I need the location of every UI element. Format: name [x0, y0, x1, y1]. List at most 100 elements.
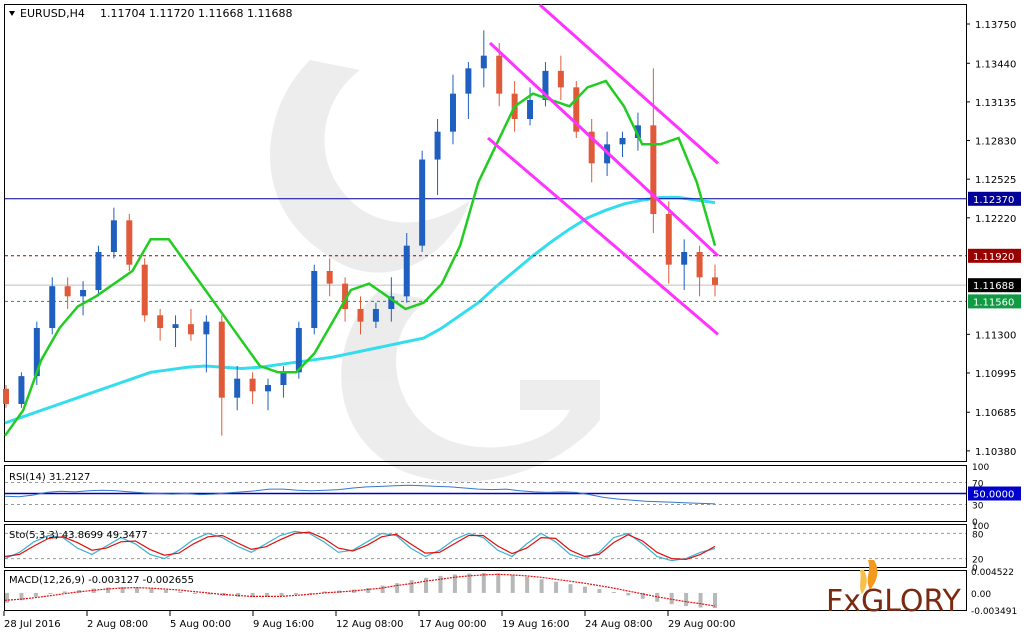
candle-body [557, 70, 564, 88]
time-tick-label: 29 Aug 00:00 [668, 619, 735, 630]
macd-histogram-bar [380, 585, 385, 593]
time-tick-label: 12 Aug 08:00 [336, 619, 403, 630]
trading-chart: EURUSD,H4 1.11704 1.11720 1.11668 1.1168… [0, 0, 1024, 636]
macd-histogram-bar [395, 583, 400, 593]
macd-histogram-bar [510, 574, 515, 593]
macd-label: MACD(12,26,9) -0.003127 -0.002655 [9, 575, 194, 586]
candle-body [110, 220, 117, 252]
time-tick-label: 24 Aug 08:00 [585, 619, 652, 630]
price-header: EURUSD,H4 1.11704 1.11720 1.11668 1.1168… [9, 7, 292, 20]
candle-body [157, 315, 164, 328]
macd-histogram-bar [178, 591, 183, 593]
candle-body [80, 290, 87, 297]
candle-body [141, 264, 148, 316]
level-price-label: 1.11920 [973, 252, 1014, 263]
brand-logo: FxGLORY [826, 560, 961, 619]
macd-histogram-bar [135, 587, 140, 593]
price-tick-label: 1.10685 [975, 408, 1016, 419]
macd-histogram-bar [496, 573, 501, 593]
price-tick-label: 1.10380 [975, 447, 1016, 458]
candle-body [681, 252, 688, 265]
candle-body [280, 372, 287, 385]
price-axis: 1.13750 1.13440 1.13135 1.12830 1.12525 1.122… [966, 20, 1021, 458]
macd-histogram-bar [409, 580, 414, 593]
price-tick-label: 1.13440 [975, 59, 1016, 70]
candle-body [311, 271, 318, 328]
macd-tick-label: 0.00 [971, 590, 991, 600]
time-tick-label: 17 Aug 00:00 [419, 619, 486, 630]
candle-body [95, 252, 102, 290]
price-tick-label: 1.10995 [975, 369, 1016, 380]
macd-tick-label: 0.004522 [971, 568, 1014, 578]
macd-histogram-bar [684, 592, 689, 607]
macd-histogram-bar [539, 579, 544, 593]
macd-histogram-bar [582, 586, 587, 593]
time-tick-label: 2 Aug 08:00 [87, 619, 148, 630]
symbol-label: EURUSD,H4 [20, 7, 85, 20]
macd-histogram-bar [626, 592, 631, 596]
candle-body [696, 252, 703, 278]
macd-histogram-bar [192, 592, 197, 594]
macd-histogram-bar [293, 592, 298, 595]
dropdown-triangle-icon[interactable] [9, 11, 15, 16]
macd-histogram-bar [5, 592, 9, 603]
candle-body [49, 286, 56, 328]
candle-body [465, 68, 472, 94]
candle-body [265, 385, 272, 392]
candle-body [403, 245, 410, 297]
price-panel [3, 3, 966, 437]
rsi-line [4, 484, 716, 505]
price-tick-label: 1.12830 [975, 137, 1016, 148]
time-tick-label: 19 Aug 16:00 [502, 619, 569, 630]
stochastic-tick-label: 80 [972, 530, 984, 540]
macd-histogram-bar [62, 591, 67, 593]
candle-body [326, 271, 333, 284]
candle-body [665, 214, 672, 265]
macd-histogram-bar [48, 592, 53, 594]
macd-tick-label: -0.003491 [971, 607, 1017, 617]
price-tick-label: 1.13135 [975, 98, 1016, 109]
candle-body [480, 55, 487, 69]
macd-histogram-bar [554, 581, 559, 593]
price-tick-label: 1.13750 [975, 20, 1016, 31]
candle-body [64, 286, 71, 297]
candle-body [203, 321, 210, 335]
candle-body [3, 388, 9, 404]
time-tick-label: 9 Aug 16:00 [253, 619, 314, 630]
candle-body [449, 93, 456, 132]
candle-body [249, 378, 256, 392]
rsi-tick-label: 100 [972, 463, 989, 473]
candle-body [372, 309, 379, 322]
macd-histogram-bar [163, 590, 168, 593]
candle-body [218, 321, 225, 398]
time-axis: 28 Jul 2016 2 Aug 08:00 5 Aug 00:00 9 Aug 1… [3, 611, 735, 630]
price-tick-label: 1.12525 [975, 175, 1016, 186]
channel-upper-line [539, 3, 719, 165]
macd-histogram-bar [481, 572, 486, 593]
macd-histogram-bar [698, 592, 703, 608]
time-tick-label: 28 Jul 2016 [4, 619, 61, 630]
candle-body [496, 55, 503, 94]
candle-body [18, 376, 25, 404]
candle-body [434, 131, 441, 160]
rsi-tick-label: 30 [972, 502, 984, 512]
macd-histogram-bar [568, 584, 573, 593]
stochastic-panel: 10080200 [4, 522, 989, 574]
macd-histogram-bar [279, 592, 284, 596]
candle-body [234, 378, 241, 398]
level-price-label: 1.11688 [973, 281, 1014, 292]
price-tick-label: 1.11300 [975, 330, 1016, 341]
ohlc-label: 1.11704 1.11720 1.11668 1.11688 [100, 7, 292, 20]
macd-histogram-bar [149, 588, 154, 593]
rsi-label: RSI(14) 31.2127 [9, 472, 90, 483]
chart-canvas: EURUSD,H4 1.11704 1.11720 1.11668 1.1168… [3, 3, 1021, 630]
panel-frames [4, 4, 967, 611]
stochastic-label: Sto(5,3,3) 43.8699 49.3477 [9, 530, 148, 541]
macd-histogram-bar [525, 576, 530, 593]
watermark-logo [270, 60, 600, 482]
candle-body [619, 138, 626, 145]
candle-body [126, 220, 133, 265]
candle-body [712, 277, 718, 285]
candle-body [187, 324, 194, 335]
candle-body [357, 309, 364, 322]
